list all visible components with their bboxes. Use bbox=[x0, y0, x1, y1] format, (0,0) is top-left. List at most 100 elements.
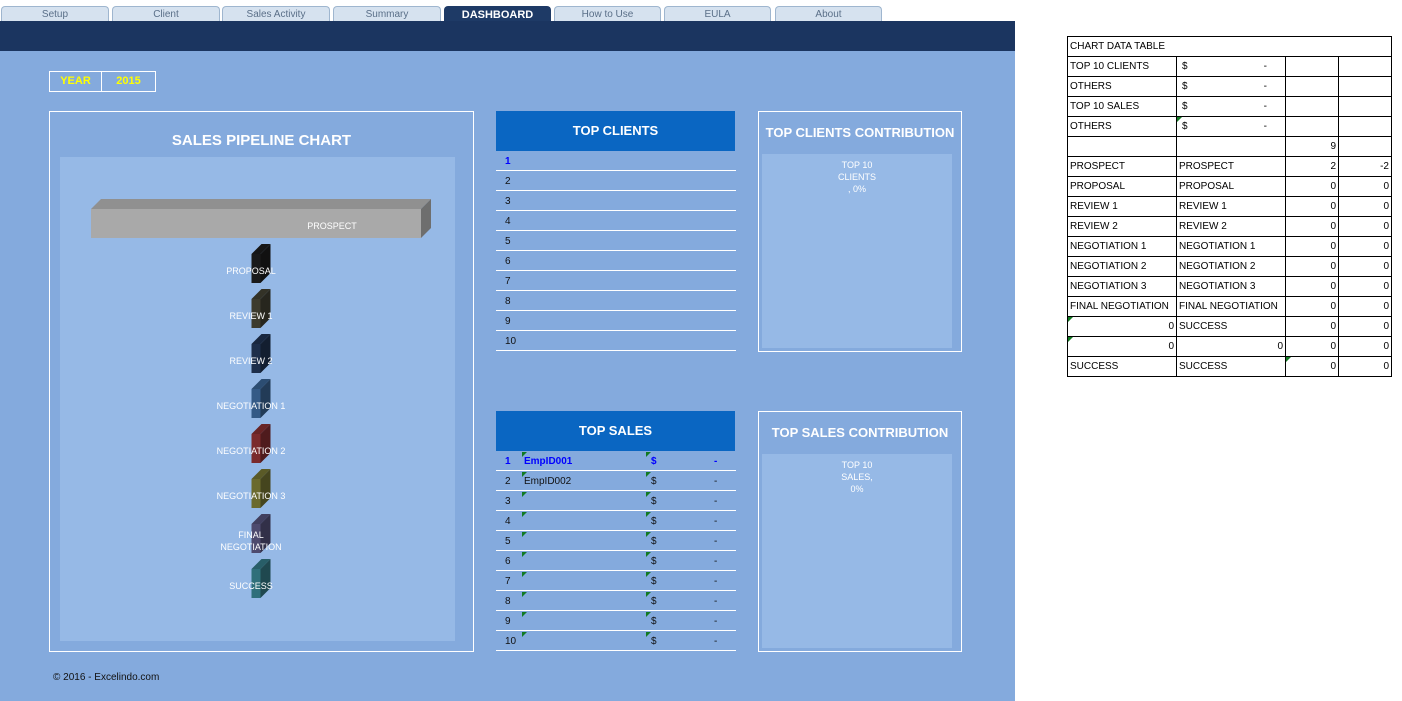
data-value-cell[interactable]: 0 bbox=[1285, 196, 1339, 217]
data-value-cell[interactable]: -2 bbox=[1338, 156, 1392, 177]
data-value-cell[interactable]: 0 bbox=[1285, 216, 1339, 237]
top-client-row[interactable]: 2 bbox=[496, 171, 736, 191]
data-empty-cell[interactable] bbox=[1338, 116, 1392, 137]
top-client-row[interactable]: 7 bbox=[496, 271, 736, 291]
data-value-cell[interactable]: 0 bbox=[1338, 256, 1392, 277]
data-stage-cell[interactable]: PROSPECT bbox=[1176, 156, 1286, 177]
data-value-cell[interactable]: 0 bbox=[1285, 296, 1339, 317]
data-value-cell[interactable]: 9 bbox=[1285, 136, 1339, 157]
data-value-cell[interactable]: 0 bbox=[1285, 316, 1339, 337]
data-value-cell[interactable]: 0 bbox=[1338, 296, 1392, 317]
data-stage-cell[interactable]: SUCCESS bbox=[1176, 316, 1286, 337]
pipeline-bar-negotiation-1[interactable] bbox=[251, 379, 271, 418]
data-label-cell[interactable]: OTHERS bbox=[1067, 76, 1177, 97]
data-empty-cell[interactable] bbox=[1338, 76, 1392, 97]
data-stage-cell[interactable]: REVIEW 1 bbox=[1176, 196, 1286, 217]
data-stage-cell[interactable]: FINAL NEGOTIATION bbox=[1067, 296, 1177, 317]
top-sales-row[interactable]: 10 $ - bbox=[496, 631, 736, 651]
data-label-cell[interactable]: TOP 10 SALES bbox=[1067, 96, 1177, 117]
data-value-cell[interactable]: 0 bbox=[1285, 356, 1339, 377]
data-value-cell[interactable]: 0 bbox=[1285, 276, 1339, 297]
data-amount-cell[interactable]: $ - bbox=[1176, 96, 1286, 117]
data-value-cell[interactable]: 0 bbox=[1338, 356, 1392, 377]
data-stage-cell[interactable]: PROPOSAL bbox=[1176, 176, 1286, 197]
data-label-cell[interactable]: TOP 10 CLIENTS bbox=[1067, 56, 1177, 77]
data-stage-cell[interactable]: REVIEW 1 bbox=[1067, 196, 1177, 217]
data-value-cell[interactable]: 0 bbox=[1338, 236, 1392, 257]
top-sales-row[interactable]: 9 $ - bbox=[496, 611, 736, 631]
year-value[interactable]: 2015 bbox=[102, 72, 155, 91]
data-value-cell[interactable]: 0 bbox=[1338, 276, 1392, 297]
data-table-title[interactable]: CHART DATA TABLE bbox=[1067, 36, 1392, 57]
top-sales-row[interactable]: 7 $ - bbox=[496, 571, 736, 591]
data-stage-cell[interactable]: NEGOTIATION 1 bbox=[1067, 236, 1177, 257]
data-stage-cell[interactable]: 0 bbox=[1176, 336, 1286, 357]
data-label-cell[interactable]: OTHERS bbox=[1067, 116, 1177, 137]
data-value-cell[interactable]: 0 bbox=[1285, 176, 1339, 197]
data-amount-cell[interactable]: $ - bbox=[1176, 116, 1286, 137]
data-stage-cell[interactable]: NEGOTIATION 3 bbox=[1067, 276, 1177, 297]
data-value-cell[interactable]: 0 bbox=[1338, 336, 1392, 357]
data-value-cell[interactable]: 0 bbox=[1285, 236, 1339, 257]
data-stage-cell[interactable]: PROPOSAL bbox=[1067, 176, 1177, 197]
data-empty-cell[interactable] bbox=[1338, 136, 1392, 157]
top-client-row[interactable]: 9 bbox=[496, 311, 736, 331]
data-value-cell[interactable]: 0 bbox=[1285, 336, 1339, 357]
tab-sales-activity[interactable]: Sales Activity bbox=[222, 6, 330, 22]
data-empty-cell[interactable] bbox=[1338, 56, 1392, 77]
data-amount-cell[interactable]: $ - bbox=[1176, 76, 1286, 97]
tab-summary[interactable]: Summary bbox=[333, 6, 441, 22]
pipeline-bar-success[interactable] bbox=[251, 559, 271, 598]
top-sales-row[interactable]: 5 $ - bbox=[496, 531, 736, 551]
tab-client[interactable]: Client bbox=[112, 6, 220, 22]
top-client-row[interactable]: 4 bbox=[496, 211, 736, 231]
data-empty-cell[interactable] bbox=[1285, 96, 1339, 117]
data-empty-cell[interactable] bbox=[1067, 136, 1177, 157]
data-empty-cell[interactable] bbox=[1338, 96, 1392, 117]
pipeline-bar-negotiation-2[interactable] bbox=[251, 424, 271, 463]
top-client-row[interactable]: 1 bbox=[496, 151, 736, 171]
pipeline-bar-review-1[interactable] bbox=[251, 289, 271, 328]
top-sales-row[interactable]: 3 $ - bbox=[496, 491, 736, 511]
tab-eula[interactable]: EULA bbox=[664, 6, 771, 22]
data-empty-cell[interactable] bbox=[1285, 76, 1339, 97]
pipeline-bar-review-2[interactable] bbox=[251, 334, 271, 373]
data-stage-cell[interactable]: NEGOTIATION 2 bbox=[1176, 256, 1286, 277]
top-client-row[interactable]: 8 bbox=[496, 291, 736, 311]
top-sales-row[interactable]: 1 EmpID001 $ - bbox=[496, 451, 736, 471]
data-value-cell[interactable]: 0 bbox=[1338, 316, 1392, 337]
data-value-cell[interactable]: 0 bbox=[1338, 176, 1392, 197]
data-value-cell[interactable]: 0 bbox=[1285, 256, 1339, 277]
pipeline-bar-negotiation-3[interactable] bbox=[251, 469, 271, 508]
data-stage-cell[interactable]: 0 bbox=[1067, 316, 1177, 337]
data-empty-cell[interactable] bbox=[1176, 136, 1286, 157]
data-stage-cell[interactable]: NEGOTIATION 3 bbox=[1176, 276, 1286, 297]
top-sales-row[interactable]: 4 $ - bbox=[496, 511, 736, 531]
data-stage-cell[interactable]: SUCCESS bbox=[1067, 356, 1177, 377]
data-value-cell[interactable]: 0 bbox=[1338, 216, 1392, 237]
tab-how-to-use[interactable]: How to Use bbox=[554, 6, 661, 22]
top-sales-row[interactable]: 8 $ - bbox=[496, 591, 736, 611]
top-client-row[interactable]: 3 bbox=[496, 191, 736, 211]
data-stage-cell[interactable]: FINAL NEGOTIATION bbox=[1176, 296, 1286, 317]
top-client-row[interactable]: 5 bbox=[496, 231, 736, 251]
top-client-row[interactable]: 10 bbox=[496, 331, 736, 351]
data-stage-cell[interactable]: 0 bbox=[1067, 336, 1177, 357]
data-empty-cell[interactable] bbox=[1285, 116, 1339, 137]
data-amount-cell[interactable]: $ - bbox=[1176, 56, 1286, 77]
data-stage-cell[interactable]: REVIEW 2 bbox=[1176, 216, 1286, 237]
data-value-cell[interactable]: 2 bbox=[1285, 156, 1339, 177]
tab-dashboard[interactable]: DASHBOARD bbox=[444, 6, 551, 22]
data-value-cell[interactable]: 0 bbox=[1338, 196, 1392, 217]
tab-setup[interactable]: Setup bbox=[1, 6, 109, 22]
top-sales-row[interactable]: 6 $ - bbox=[496, 551, 736, 571]
data-stage-cell[interactable]: PROSPECT bbox=[1067, 156, 1177, 177]
top-sales-row[interactable]: 2 EmpID002 $ - bbox=[496, 471, 736, 491]
tab-about[interactable]: About bbox=[775, 6, 882, 22]
top-client-row[interactable]: 6 bbox=[496, 251, 736, 271]
data-stage-cell[interactable]: SUCCESS bbox=[1176, 356, 1286, 377]
data-stage-cell[interactable]: NEGOTIATION 1 bbox=[1176, 236, 1286, 257]
data-stage-cell[interactable]: REVIEW 2 bbox=[1067, 216, 1177, 237]
data-empty-cell[interactable] bbox=[1285, 56, 1339, 77]
pipeline-bar-proposal[interactable] bbox=[251, 244, 271, 283]
